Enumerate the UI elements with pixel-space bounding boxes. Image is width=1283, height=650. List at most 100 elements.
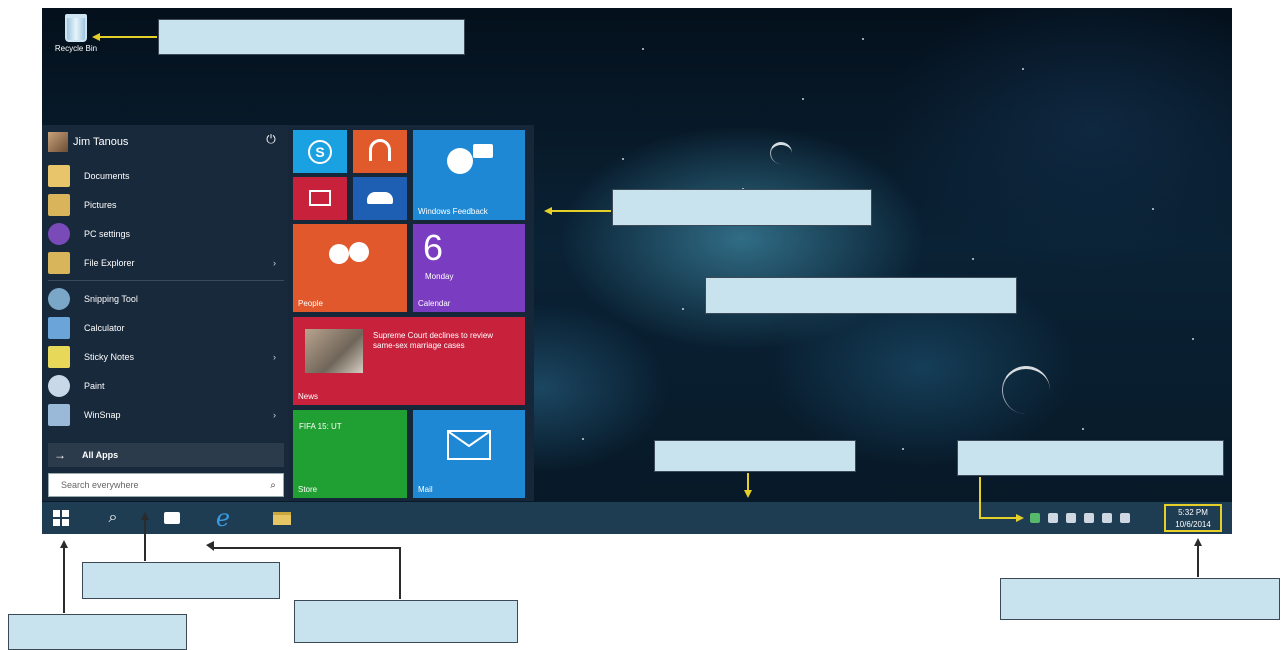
windows-feedback-tile[interactable]: Windows Feedback <box>413 130 525 220</box>
menu-item-label: WinSnap <box>84 410 121 420</box>
menu-divider <box>48 280 284 281</box>
menu-item-calculator[interactable]: Calculator <box>48 315 284 341</box>
clock-date: 10/6/2014 <box>1175 520 1211 529</box>
gear-icon <box>48 223 70 245</box>
scissors-icon <box>48 288 70 310</box>
taskbar-search-icon[interactable]: ⌕ <box>100 506 126 530</box>
annotated-screenshot: Recycle Bin Jim Tanous ⏻ Documents Pictu… <box>0 0 1283 650</box>
skype-tile[interactable]: S <box>293 130 347 173</box>
avatar <box>48 132 68 152</box>
recycle-bin-label: Recycle Bin <box>54 44 98 53</box>
user-account[interactable]: Jim Tanous <box>48 131 128 153</box>
menu-item-documents[interactable]: Documents <box>48 163 284 189</box>
menu-item-sticky-notes[interactable]: Sticky Notes › <box>48 344 284 370</box>
task-view-icon <box>164 512 180 524</box>
calendar-weekday: Monday <box>425 272 454 281</box>
menu-item-label: Sticky Notes <box>84 352 135 362</box>
recycle-bin-icon <box>65 14 87 42</box>
menu-item-file-explorer[interactable]: File Explorer › <box>48 250 284 276</box>
all-apps-label: All Apps <box>82 450 119 460</box>
folder-icon <box>48 165 70 187</box>
menu-item-label: Calculator <box>84 323 125 333</box>
menu-item-pictures[interactable]: Pictures <box>48 192 284 218</box>
callout-internet-explorer <box>294 600 518 643</box>
file-explorer-icon <box>48 252 70 274</box>
menu-item-winsnap[interactable]: WinSnap › <box>48 402 284 428</box>
start-button[interactable] <box>46 506 76 530</box>
tile-label: Mail <box>418 485 433 494</box>
tile-label: People <box>298 299 323 308</box>
menu-item-label: Snipping Tool <box>84 294 138 304</box>
menu-item-paint[interactable]: Paint <box>48 373 284 399</box>
search-box[interactable]: Search everywhere ⌕ <box>48 473 284 497</box>
chevron-right-icon[interactable]: › <box>273 258 276 268</box>
people-tile[interactable]: People <box>293 224 407 312</box>
mail-icon <box>447 430 491 460</box>
arrow-right-icon: → <box>54 448 66 462</box>
taskbar: ⌕ e 5:32 PM 10/6/2014 <box>42 502 1232 534</box>
speech-bubble-icon <box>473 144 493 158</box>
folder-icon <box>273 511 291 525</box>
news-headline: Supreme Court declines to review same-se… <box>373 331 494 350</box>
callout-taskbar <box>654 440 856 472</box>
mail-tile[interactable]: Mail <box>413 410 525 498</box>
clock-time: 5:32 PM <box>1178 508 1208 517</box>
chevron-right-icon[interactable]: › <box>273 410 276 420</box>
onedrive-tile[interactable] <box>353 177 407 220</box>
sticky-notes-icon <box>48 346 70 368</box>
windows-logo-icon <box>53 510 69 526</box>
tile-label: Store <box>298 485 318 494</box>
callout-start-button <box>8 614 187 650</box>
message-tray-icon[interactable] <box>1102 513 1112 523</box>
menu-item-label: Pictures <box>84 200 117 210</box>
paint-icon <box>48 375 70 397</box>
news-tile[interactable]: Supreme Court declines to review same-se… <box>293 317 525 405</box>
menu-item-label: PC settings <box>84 229 131 239</box>
news-photo <box>305 329 363 373</box>
winsnap-icon <box>48 404 70 426</box>
file-explorer-taskbar-button[interactable] <box>268 506 296 530</box>
recycle-bin-shortcut[interactable]: Recycle Bin <box>46 14 106 53</box>
callout-tiles <box>612 189 872 226</box>
chevron-right-icon[interactable]: › <box>273 352 276 362</box>
music-tile[interactable] <box>353 130 407 173</box>
onedrive-tray-icon[interactable] <box>1048 513 1058 523</box>
calculator-icon <box>48 317 70 339</box>
callout-recycle-bin <box>158 19 465 55</box>
callout-clock <box>1000 578 1280 620</box>
large-moon <box>1002 366 1050 414</box>
power-icon[interactable]: ⏻ <box>264 132 278 146</box>
person-icon <box>447 148 473 174</box>
volume-icon[interactable] <box>1120 513 1130 523</box>
menu-item-label: Documents <box>84 171 130 181</box>
network-icon[interactable] <box>1030 513 1040 523</box>
pictures-icon <box>48 194 70 216</box>
callout-system-tray <box>957 440 1224 476</box>
user-name: Jim Tanous <box>73 136 129 148</box>
menu-item-snipping-tool[interactable]: Snipping Tool <box>48 286 284 312</box>
store-game-title: FIFA 15: UT <box>299 422 342 431</box>
menu-item-label: File Explorer <box>84 258 135 268</box>
cloud-icon <box>367 192 393 204</box>
calendar-tile[interactable]: 6 Monday Calendar <box>413 224 525 312</box>
video-tile[interactable] <box>293 177 347 220</box>
tile-label: News <box>298 392 319 401</box>
store-tile[interactable]: FIFA 15: UT Store <box>293 410 407 498</box>
task-view-button[interactable] <box>160 506 184 530</box>
menu-item-label: Paint <box>84 381 105 391</box>
all-apps-button[interactable]: → All Apps <box>48 443 284 467</box>
start-menu: Jim Tanous ⏻ Documents Pictures PC setti… <box>42 125 534 501</box>
clock[interactable]: 5:32 PM 10/6/2014 <box>1164 504 1222 532</box>
start-menu-left-column: Jim Tanous ⏻ Documents Pictures PC setti… <box>42 125 288 501</box>
display-tray-icon[interactable] <box>1066 513 1076 523</box>
calendar-day: 6 <box>423 227 444 268</box>
internet-explorer-icon[interactable]: e <box>208 504 238 532</box>
headphones-icon <box>369 139 391 161</box>
search-icon[interactable]: ⌕ <box>263 480 283 491</box>
flag-icon[interactable] <box>1084 513 1094 523</box>
tile-label: Calendar <box>418 299 451 308</box>
search-placeholder: Search everywhere <box>61 480 139 490</box>
people-icon <box>329 244 349 264</box>
small-moon <box>770 142 792 164</box>
menu-item-pc-settings[interactable]: PC settings <box>48 221 284 247</box>
